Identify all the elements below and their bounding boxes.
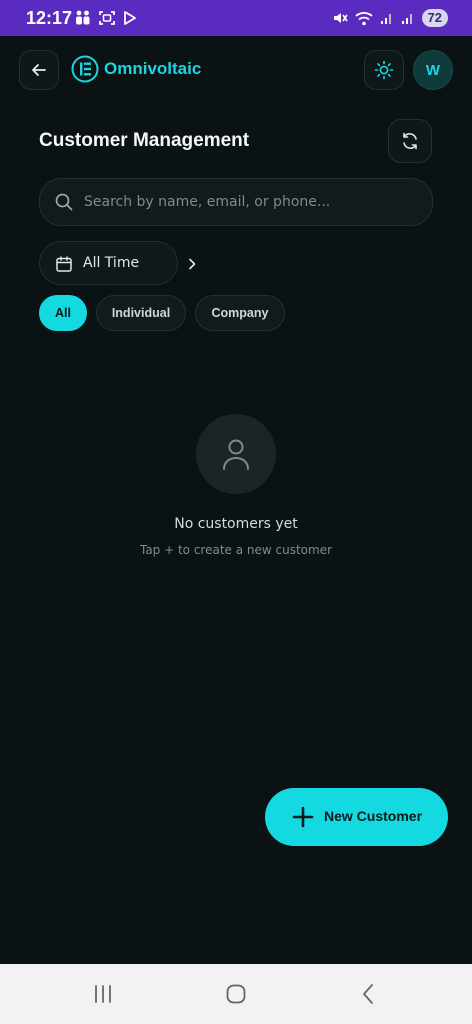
status-right-icons: 72 [332, 9, 448, 27]
search-bar[interactable] [39, 178, 433, 226]
refresh-button[interactable] [388, 119, 432, 163]
omnivoltaic-logo-icon [71, 55, 99, 83]
recent-apps-button[interactable] [88, 981, 118, 1007]
date-filter-button[interactable]: All Time [39, 241, 196, 285]
filter-chip-individual[interactable]: Individual [96, 295, 186, 331]
system-nav-bar [0, 964, 472, 1024]
empty-state-title: No customers yet [174, 516, 298, 532]
sun-icon [374, 60, 394, 80]
signal-icon [380, 14, 391, 24]
home-button[interactable] [221, 981, 251, 1007]
home-icon [226, 984, 246, 1004]
date-filter-label: All Time [83, 255, 140, 271]
search-icon [55, 193, 73, 211]
user-icon [223, 439, 249, 470]
brand-name: Omnivoltaic [104, 59, 202, 78]
play-icon [124, 11, 136, 25]
filter-chip-all[interactable]: All [39, 295, 87, 331]
back-button[interactable] [19, 50, 59, 90]
calendar-icon [56, 256, 72, 272]
empty-state-avatar [196, 414, 276, 494]
status-left-icons [74, 10, 138, 26]
recent-apps-icon [95, 985, 111, 1003]
user-avatar[interactable]: W [413, 50, 453, 90]
mute-icon [333, 13, 348, 23]
search-input[interactable] [84, 179, 424, 225]
people-icon [76, 10, 90, 25]
arrow-left-icon [32, 64, 46, 76]
new-customer-button[interactable]: New Customer [265, 788, 448, 846]
status-bar: 12:17 72 [0, 0, 472, 36]
chevron-left-icon [363, 984, 373, 1004]
status-time: 12:17 [26, 8, 73, 28]
new-customer-label: New Customer [324, 808, 423, 824]
refresh-icon [403, 132, 417, 150]
chevron-right-icon [189, 258, 196, 270]
screenshot-icon [99, 11, 115, 25]
page-title: Customer Management [39, 130, 250, 151]
empty-state-subtitle: Tap + to create a new customer [139, 543, 333, 557]
battery-indicator: 72 [421, 9, 448, 27]
plus-icon [292, 806, 314, 828]
theme-toggle-button[interactable] [364, 50, 404, 90]
brand-logo: Omnivoltaic [71, 55, 201, 83]
filter-chip-company[interactable]: Company [195, 295, 285, 331]
search-icon-wrap [54, 192, 74, 216]
system-back-button[interactable] [353, 981, 383, 1007]
signal-icon [401, 14, 412, 24]
wifi-icon [354, 11, 373, 25]
